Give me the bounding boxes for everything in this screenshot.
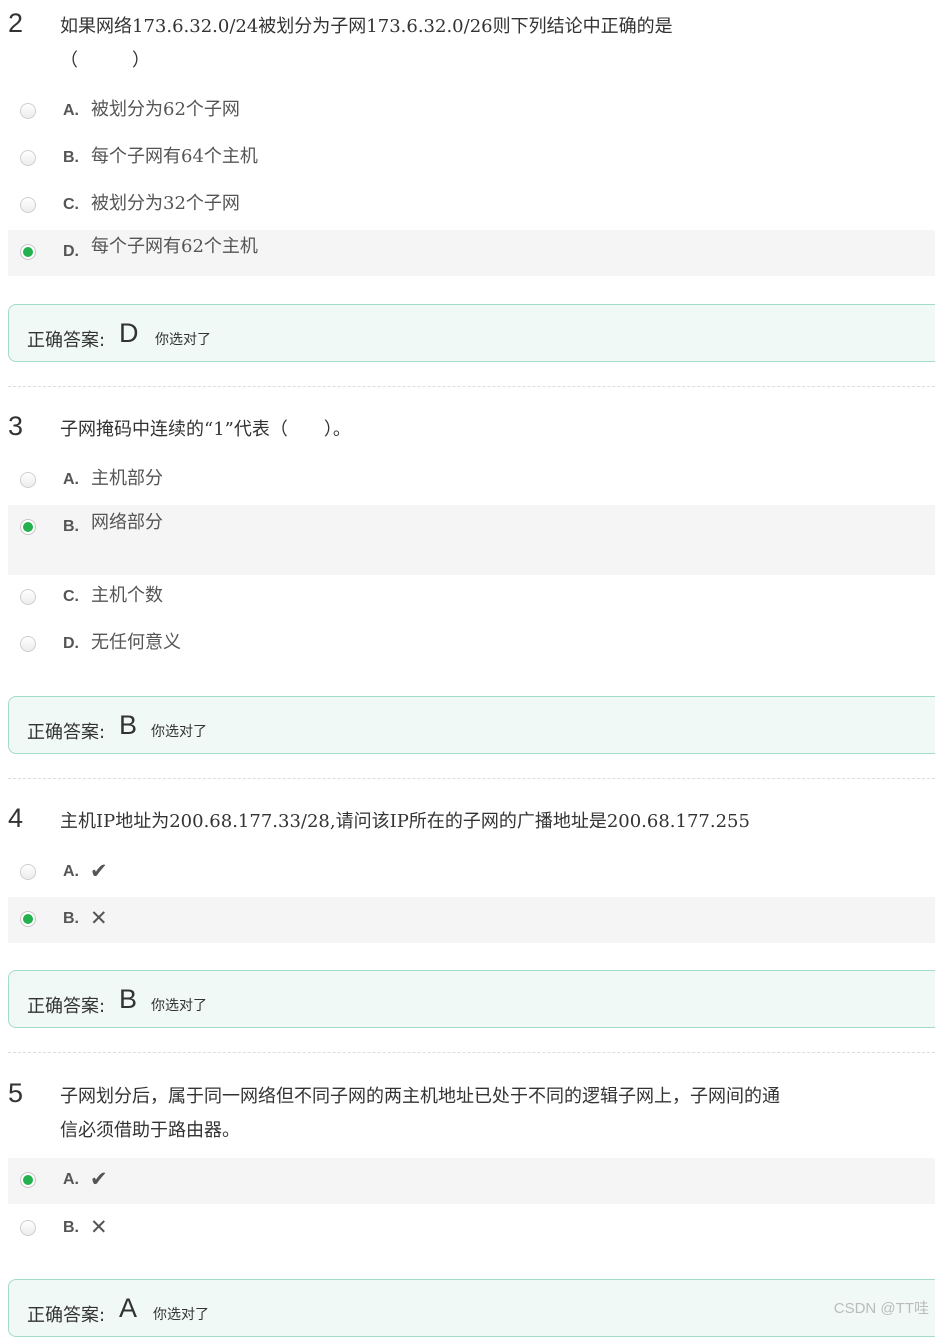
answer-box: 正确答案: A 你选对了 — [8, 1279, 935, 1337]
option-text: 无任何意义 — [91, 632, 181, 653]
radio-button-checked[interactable] — [20, 519, 36, 535]
option-b[interactable]: B. 网络部分 — [8, 505, 935, 575]
radio-button-checked[interactable] — [20, 1172, 36, 1188]
option-letter: B. — [63, 149, 79, 166]
watermark: CSDN @TT哇 — [833, 1300, 929, 1317]
answer-note: 你选对了 — [151, 998, 207, 1014]
option-c[interactable]: C. 被划分为32个子网 — [8, 183, 935, 229]
option-text: 每个子网有64个主机 — [91, 146, 258, 167]
option-letter: A. — [63, 471, 79, 488]
radio-button[interactable] — [20, 636, 36, 652]
answer-value: B — [119, 710, 138, 740]
option-letter: C. — [63, 588, 79, 605]
radio-button[interactable] — [20, 150, 36, 166]
option-letter: C. — [63, 196, 79, 213]
option-letter: A. — [63, 1171, 79, 1188]
option-letter: B. — [63, 910, 79, 927]
divider — [8, 1052, 935, 1053]
answer-label: 正确答案: — [27, 996, 106, 1017]
divider — [8, 778, 935, 779]
question-text: 子网划分后，属于同一网络但不同子网的两主机地址已处于不同的逻辑子网上，子网间的通… — [60, 1086, 780, 1141]
option-text: 被划分为62个子网 — [91, 99, 240, 120]
answer-box: 正确答案: B 你选对了 — [8, 970, 935, 1028]
answer-label: 正确答案: — [27, 1305, 106, 1326]
answer-label: 正确答案: — [27, 330, 106, 351]
cross-icon: ✕ — [90, 1215, 108, 1239]
answer-note: 你选对了 — [151, 724, 207, 740]
check-icon: ✔ — [90, 1167, 108, 1191]
option-b[interactable]: B. ✕ — [8, 1206, 935, 1252]
check-icon: ✔ — [90, 859, 108, 883]
question-text: 主机IP地址为200.68.177.33/28,请问该IP所在的子网的广播地址是… — [60, 811, 750, 832]
option-letter: B. — [63, 1219, 79, 1236]
option-b[interactable]: B. 每个子网有64个主机 — [8, 136, 935, 182]
option-letter: B. — [63, 518, 79, 535]
option-letter: D. — [63, 243, 79, 260]
option-text: 被划分为32个子网 — [91, 193, 240, 214]
answer-label: 正确答案: — [27, 722, 106, 743]
cross-icon: ✕ — [90, 906, 108, 930]
question-text: 子网掩码中连续的“1”代表（ ）。 — [60, 419, 351, 440]
option-c[interactable]: C. 主机个数 — [8, 575, 935, 621]
radio-button-checked[interactable] — [20, 244, 36, 260]
question-number: 4 — [8, 803, 24, 833]
option-text: 主机个数 — [91, 585, 163, 606]
option-a[interactable]: A. 主机部分 — [8, 458, 935, 504]
option-letter: A. — [63, 102, 79, 119]
option-d[interactable]: D. 每个子网有62个主机 — [8, 230, 935, 276]
radio-button[interactable] — [20, 864, 36, 880]
answer-box: 正确答案: D 你选对了 — [8, 304, 935, 362]
radio-button[interactable] — [20, 1220, 36, 1236]
answer-box: 正确答案: B 你选对了 — [8, 696, 935, 754]
option-letter: A. — [63, 863, 79, 880]
option-text: 每个子网有62个主机 — [91, 236, 258, 257]
question-number: 5 — [8, 1078, 24, 1108]
answer-value: A — [119, 1293, 138, 1323]
question-number: 3 — [8, 411, 24, 441]
answer-note: 你选对了 — [153, 1307, 209, 1323]
option-text: 网络部分 — [91, 512, 163, 533]
option-a[interactable]: A. ✔ — [8, 850, 935, 896]
answer-note: 你选对了 — [155, 332, 211, 348]
option-a[interactable]: A. 被划分为62个子网 — [8, 89, 935, 135]
radio-button[interactable] — [20, 103, 36, 119]
radio-button[interactable] — [20, 472, 36, 488]
option-letter: D. — [63, 635, 79, 652]
option-a[interactable]: A. ✔ — [8, 1158, 935, 1204]
radio-button[interactable] — [20, 589, 36, 605]
radio-button-checked[interactable] — [20, 911, 36, 927]
answer-value: D — [119, 318, 139, 348]
option-b[interactable]: B. ✕ — [8, 897, 935, 943]
option-d[interactable]: D. 无任何意义 — [8, 622, 935, 668]
question-text: 如果网络173.6.32.0/24被划分为子网173.6.32.0/26则下列结… — [60, 16, 673, 71]
option-text: 主机部分 — [91, 468, 163, 489]
question-number: 2 — [8, 8, 24, 38]
answer-value: B — [119, 984, 138, 1014]
radio-button[interactable] — [20, 197, 36, 213]
divider — [8, 386, 935, 387]
